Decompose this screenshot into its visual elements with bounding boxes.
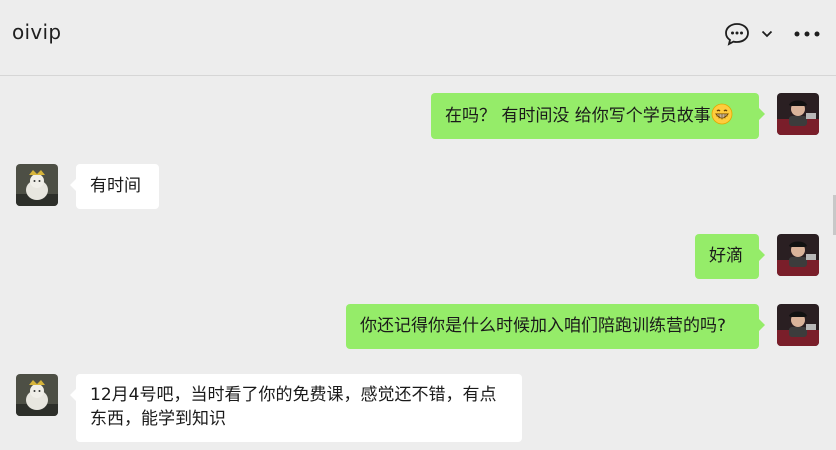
message-bubble-sent[interactable]: 你还记得你是什么时候加入咱们陪跑训练营的吗? bbox=[346, 304, 765, 349]
message-bubble-received[interactable]: 有时间 bbox=[70, 164, 159, 209]
my-avatar[interactable] bbox=[777, 93, 819, 135]
my-avatar[interactable] bbox=[777, 234, 819, 276]
my-avatar[interactable] bbox=[777, 304, 819, 346]
message-text: 你还记得你是什么时候加入咱们陪跑训练营的吗? bbox=[360, 316, 727, 336]
more-dots-icon bbox=[794, 31, 820, 37]
grinning-face-icon bbox=[711, 103, 733, 125]
chat-bubble-icon bbox=[725, 23, 749, 46]
contact-avatar[interactable] bbox=[16, 164, 58, 206]
message-text: 12月4号吧，当时看了你的免费课，感觉还不错，有点东西，能学到知识 bbox=[90, 385, 497, 429]
message-text: 在吗？ 有时间没 给你写个学员故事 bbox=[445, 106, 711, 126]
contact-avatar[interactable] bbox=[16, 374, 58, 416]
chat-window: oivip 在吗？ 有时间没 给你写个学员故事 有时间 好滴 你还记得你是什么时… bbox=[0, 0, 836, 450]
message-text: 有时间 bbox=[90, 176, 141, 196]
chat-title: oivip bbox=[12, 20, 62, 44]
message-bubble-received[interactable]: 12月4号吧，当时看了你的免费课，感觉还不错，有点东西，能学到知识 bbox=[70, 374, 522, 442]
chevron-down-icon bbox=[761, 30, 773, 38]
message-bubble-sent[interactable]: 好滴 bbox=[695, 234, 765, 279]
message-text: 好滴 bbox=[709, 246, 743, 266]
chat-header: oivip bbox=[0, 0, 836, 76]
chat-dropdown-button[interactable] bbox=[758, 20, 776, 48]
message-list[interactable]: 在吗？ 有时间没 给你写个学员故事 有时间 好滴 你还记得你是什么时候加入咱们陪… bbox=[0, 77, 836, 450]
more-options-button[interactable] bbox=[792, 20, 822, 48]
message-bubble-sent[interactable]: 在吗？ 有时间没 给你写个学员故事 bbox=[431, 93, 765, 139]
chat-info-button[interactable] bbox=[722, 20, 752, 48]
